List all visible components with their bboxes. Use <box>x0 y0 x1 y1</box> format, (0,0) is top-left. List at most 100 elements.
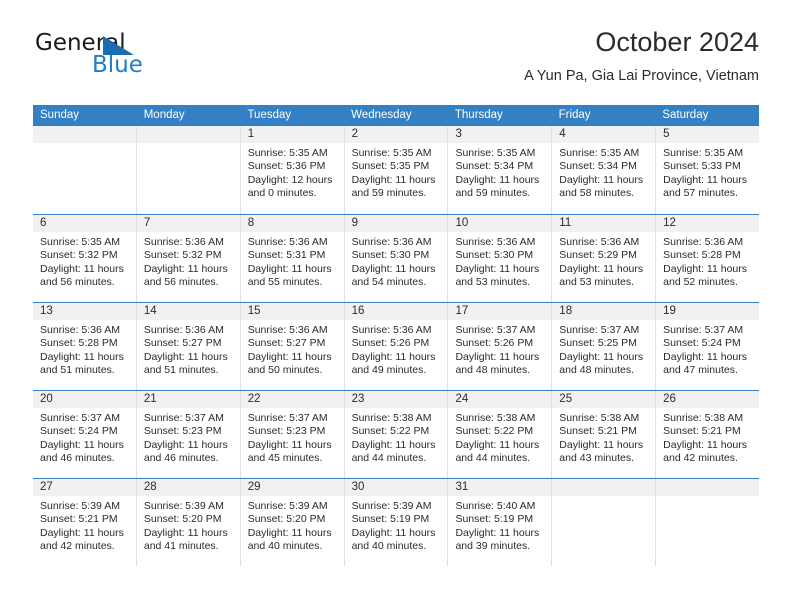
sunset-text: Sunset: 5:34 PM <box>559 160 637 173</box>
calendar-day-cell[interactable]: 17 Sunrise: 5:37 AM Sunset: 5:26 PM Dayligh… <box>448 303 553 390</box>
weekday-header-friday: Friday <box>558 109 591 121</box>
calendar-day-cell[interactable]: 13 Sunrise: 5:36 AM Sunset: 5:28 PM Dayligh… <box>33 303 137 390</box>
day-number: 8 <box>240 215 344 232</box>
calendar-day-cell[interactable]: 19 Sunrise: 5:37 AM Sunset: 5:24 PM Dayligh… <box>656 303 760 390</box>
calendar-grid: Sunday Monday Tuesday Wednesday Thursday Frid… <box>33 105 760 566</box>
day-number: 23 <box>344 391 448 408</box>
calendar-day-cell[interactable]: 23 Sunrise: 5:38 AM Sunset: 5:22 PM Dayligh… <box>344 391 449 478</box>
calendar-weeks: 1 Sunrise: 5:35 AM Sunset: 5:36 PM Daylight… <box>33 126 760 566</box>
sunrise-text: Sunrise: 5:36 AM <box>351 324 432 336</box>
sunset-text: Sunset: 5:28 PM <box>663 249 741 262</box>
sunrise-text: Sunrise: 5:35 AM <box>247 147 328 159</box>
day-number: 14 <box>136 303 240 320</box>
calendar-day-cell[interactable]: 24 Sunrise: 5:38 AM Sunset: 5:22 PM Dayligh… <box>448 391 553 478</box>
calendar-day-cell[interactable]: 21 Sunrise: 5:37 AM Sunset: 5:23 PM Dayligh… <box>136 391 241 478</box>
calendar-day-cell[interactable]: 12 Sunrise: 5:36 AM Sunset: 5:28 PM Dayligh… <box>656 215 760 302</box>
calendar-day-cell[interactable]: 20 Sunrise: 5:37 AM Sunset: 5:24 PM Dayligh… <box>33 391 137 478</box>
calendar-day-cell[interactable]: 14 Sunrise: 5:36 AM Sunset: 5:27 PM Dayligh… <box>136 303 241 390</box>
sunrise-text: Sunrise: 5:38 AM <box>663 412 744 424</box>
calendar-day-cell[interactable]: 10 Sunrise: 5:36 AM Sunset: 5:30 PM Dayligh… <box>448 215 553 302</box>
sunrise-text: Sunrise: 5:35 AM <box>559 147 640 159</box>
sunset-text: Sunset: 5:23 PM <box>247 425 326 438</box>
day-sun-info: Sunrise: 5:36 AM Sunset: 5:26 PM Daylight:… <box>345 320 448 378</box>
day-number: 4 <box>552 126 656 143</box>
sunset-text: Sunset: 5:30 PM <box>351 249 430 262</box>
calendar-day-cell[interactable]: 29 Sunrise: 5:39 AM Sunset: 5:20 PM Dayligh… <box>240 479 345 566</box>
day-number: 3 <box>448 126 552 143</box>
day-number: 9 <box>344 215 448 232</box>
day-sun-info: Sunrise: 5:36 AM Sunset: 5:27 PM Daylight:… <box>137 320 240 378</box>
day-sun-info: Sunrise: 5:39 AM Sunset: 5:19 PM Daylight:… <box>345 496 448 554</box>
sunrise-text: Sunrise: 5:36 AM <box>40 324 120 336</box>
sunrise-text: Sunrise: 5:36 AM <box>143 324 224 336</box>
daylight-text: Daylight: 11 hours and 56 minutes. <box>143 262 228 289</box>
calendar-day-cell[interactable]: 8 Sunrise: 5:36 AM Sunset: 5:31 PM Daylight… <box>240 215 345 302</box>
daylight-text: Daylight: 11 hours and 54 minutes. <box>351 262 436 289</box>
day-number: 18 <box>552 303 656 320</box>
sunset-text: Sunset: 5:24 PM <box>40 425 118 438</box>
sunset-text: Sunset: 5:27 PM <box>247 337 326 350</box>
day-number: 28 <box>136 479 240 496</box>
calendar-day-cell[interactable]: 31 Sunrise: 5:40 AM Sunset: 5:19 PM Dayligh… <box>448 479 553 566</box>
sunset-text: Sunset: 5:20 PM <box>247 513 326 526</box>
day-sun-info: Sunrise: 5:35 AM Sunset: 5:36 PM Daylight:… <box>241 143 344 201</box>
calendar-day-cell[interactable]: 27 Sunrise: 5:39 AM Sunset: 5:21 PM Dayligh… <box>33 479 137 566</box>
sunrise-text: Sunrise: 5:37 AM <box>663 324 744 336</box>
calendar-day-cell[interactable]: 7 Sunrise: 5:36 AM Sunset: 5:32 PM Daylight… <box>136 215 241 302</box>
calendar-day-cell[interactable]: 28 Sunrise: 5:39 AM Sunset: 5:20 PM Dayligh… <box>136 479 241 566</box>
calendar-day-cell[interactable]: 22 Sunrise: 5:37 AM Sunset: 5:23 PM Dayligh… <box>240 391 345 478</box>
daylight-text: Daylight: 11 hours and 48 minutes. <box>455 350 540 377</box>
sunrise-text: Sunrise: 5:36 AM <box>143 236 224 248</box>
day-sun-info: Sunrise: 5:35 AM Sunset: 5:34 PM Daylight:… <box>448 143 551 201</box>
calendar-day-cell[interactable]: 9 Sunrise: 5:36 AM Sunset: 5:30 PM Daylight… <box>344 215 449 302</box>
sunrise-text: Sunrise: 5:37 AM <box>247 412 328 424</box>
daylight-text: Daylight: 11 hours and 57 minutes. <box>663 173 748 200</box>
day-number <box>656 479 760 496</box>
day-number: 25 <box>552 391 656 408</box>
sunset-text: Sunset: 5:21 PM <box>559 425 637 438</box>
calendar-day-cell[interactable]: 16 Sunrise: 5:36 AM Sunset: 5:26 PM Dayligh… <box>344 303 449 390</box>
sunset-text: Sunset: 5:31 PM <box>247 249 326 262</box>
calendar-day-cell[interactable]: 4 Sunrise: 5:35 AM Sunset: 5:34 PM Daylight… <box>552 126 657 214</box>
daylight-text: Daylight: 11 hours and 59 minutes. <box>351 173 436 200</box>
day-number: 7 <box>136 215 240 232</box>
sunrise-text: Sunrise: 5:36 AM <box>247 236 328 248</box>
day-sun-info: Sunrise: 5:37 AM Sunset: 5:23 PM Daylight:… <box>137 408 240 466</box>
calendar-day-cell[interactable]: 1 Sunrise: 5:35 AM Sunset: 5:36 PM Daylight… <box>240 126 345 214</box>
calendar-day-cell[interactable]: 15 Sunrise: 5:36 AM Sunset: 5:27 PM Dayligh… <box>240 303 345 390</box>
sunset-text: Sunset: 5:21 PM <box>40 513 118 526</box>
weekday-header-sunday: Sunday <box>40 109 80 121</box>
day-number <box>136 126 240 143</box>
brand-name-blue: Blue <box>92 52 143 78</box>
brand-logo[interactable]: General Blue <box>33 30 213 86</box>
calendar-day-cell[interactable]: 18 Sunrise: 5:37 AM Sunset: 5:25 PM Dayligh… <box>552 303 657 390</box>
calendar-day-cell[interactable]: 6 Sunrise: 5:35 AM Sunset: 5:32 PM Daylight… <box>33 215 137 302</box>
calendar-day-cell-empty <box>656 479 760 566</box>
weekday-header-wednesday: Wednesday <box>351 109 412 121</box>
weekday-header-thursday: Thursday <box>454 109 503 121</box>
day-sun-info: Sunrise: 5:38 AM Sunset: 5:22 PM Daylight:… <box>448 408 551 466</box>
daylight-text: Daylight: 11 hours and 58 minutes. <box>559 173 644 200</box>
day-number: 31 <box>448 479 552 496</box>
day-sun-info: Sunrise: 5:38 AM Sunset: 5:21 PM Daylight:… <box>656 408 759 466</box>
calendar-day-cell[interactable]: 11 Sunrise: 5:36 AM Sunset: 5:29 PM Dayligh… <box>552 215 657 302</box>
calendar-day-cell[interactable]: 25 Sunrise: 5:38 AM Sunset: 5:21 PM Dayligh… <box>552 391 657 478</box>
daylight-text: Daylight: 11 hours and 48 minutes. <box>559 350 644 377</box>
sunrise-text: Sunrise: 5:36 AM <box>455 236 536 248</box>
daylight-text: Daylight: 11 hours and 46 minutes. <box>40 438 124 465</box>
calendar-day-cell[interactable]: 26 Sunrise: 5:38 AM Sunset: 5:21 PM Dayligh… <box>656 391 760 478</box>
day-sun-info: Sunrise: 5:39 AM Sunset: 5:20 PM Daylight:… <box>241 496 344 554</box>
calendar-day-cell[interactable]: 30 Sunrise: 5:39 AM Sunset: 5:19 PM Dayligh… <box>344 479 449 566</box>
sunset-text: Sunset: 5:32 PM <box>40 249 118 262</box>
calendar-day-cell[interactable]: 3 Sunrise: 5:35 AM Sunset: 5:34 PM Daylight… <box>448 126 553 214</box>
day-sun-info: Sunrise: 5:36 AM Sunset: 5:30 PM Daylight:… <box>345 232 448 290</box>
sunrise-text: Sunrise: 5:36 AM <box>559 236 640 248</box>
day-number: 10 <box>448 215 552 232</box>
day-sun-info: Sunrise: 5:37 AM Sunset: 5:26 PM Daylight:… <box>448 320 551 378</box>
calendar-day-cell[interactable]: 2 Sunrise: 5:35 AM Sunset: 5:35 PM Daylight… <box>344 126 449 214</box>
day-number: 30 <box>344 479 448 496</box>
calendar-day-cell[interactable]: 5 Sunrise: 5:35 AM Sunset: 5:33 PM Daylight… <box>656 126 760 214</box>
sunrise-text: Sunrise: 5:35 AM <box>351 147 432 159</box>
daylight-text: Daylight: 11 hours and 55 minutes. <box>247 262 332 289</box>
day-number: 1 <box>240 126 344 143</box>
